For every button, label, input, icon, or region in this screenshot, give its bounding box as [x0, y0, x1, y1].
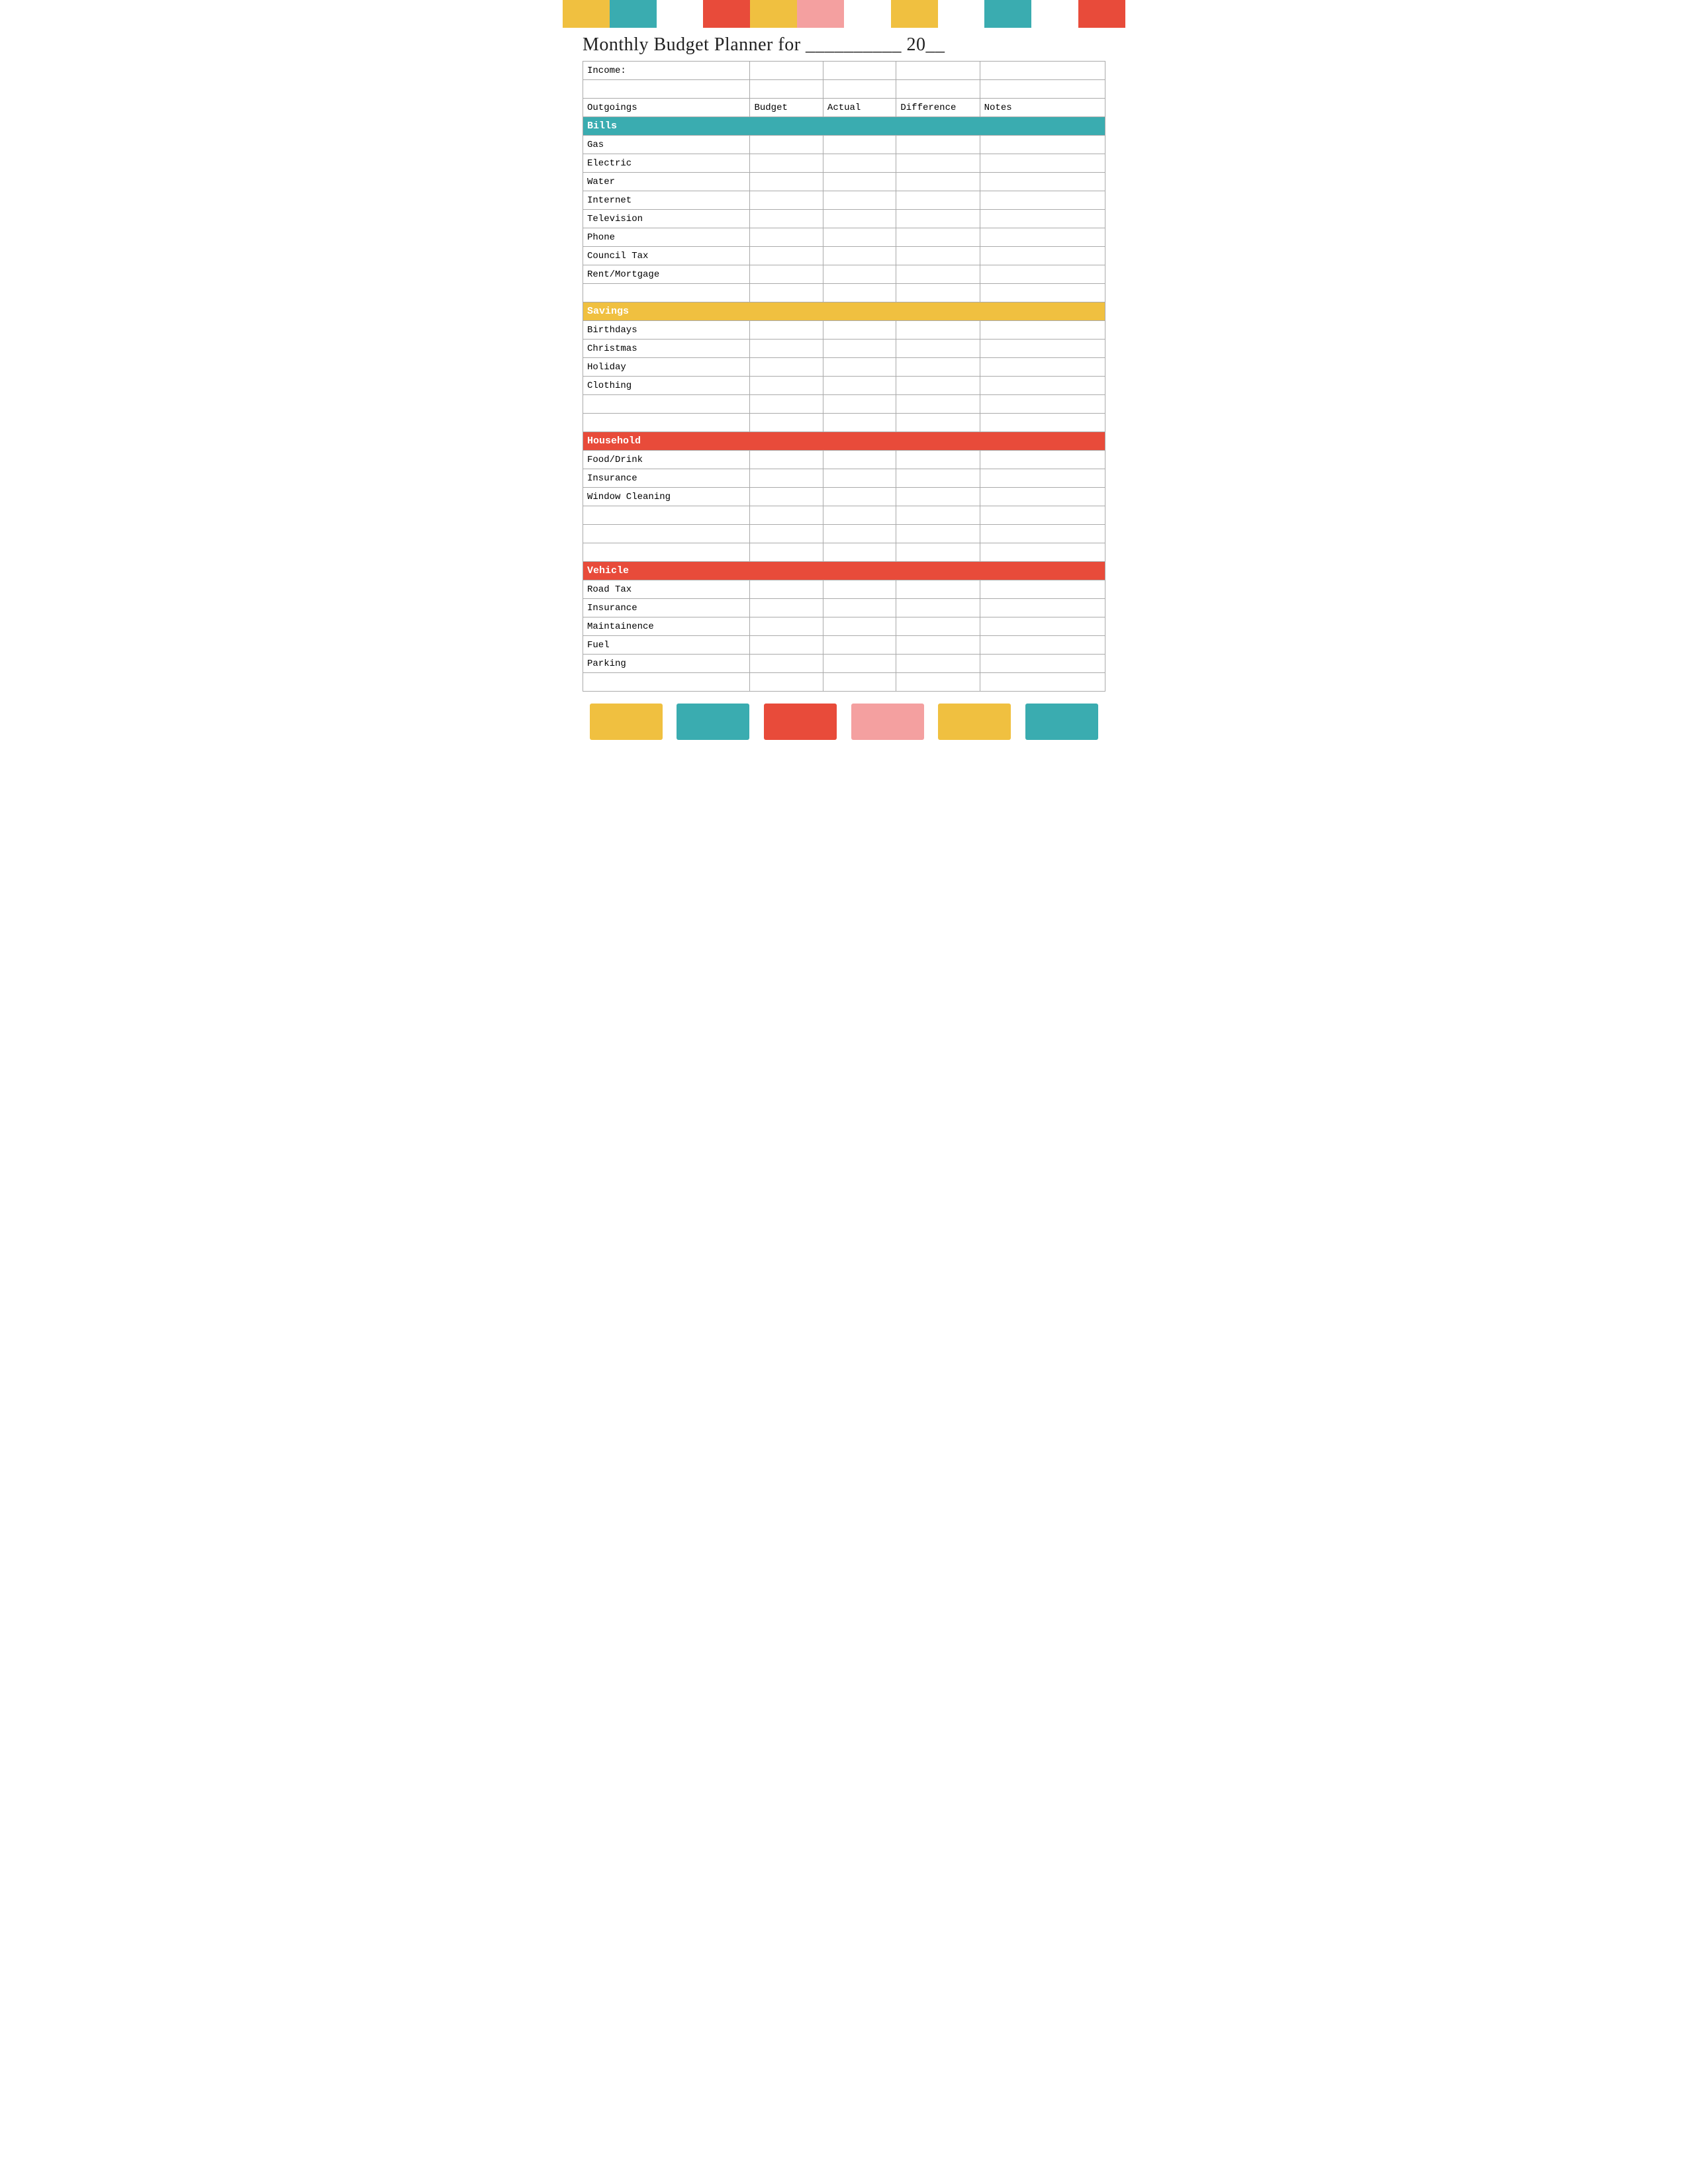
table-row: Holiday [583, 358, 1105, 377]
col-notes: Notes [980, 99, 1105, 117]
bottom-block-yellow2 [938, 704, 1011, 740]
bar-gap-2 [844, 0, 891, 28]
table-row: Rent/Mortgage [583, 265, 1105, 284]
row-birthdays: Birthdays [583, 321, 750, 340]
page: Monthly Budget Planner for __________ 20… [563, 0, 1125, 745]
empty-row-savings-2 [583, 414, 1105, 432]
bar-yellow-1 [563, 0, 610, 28]
row-maintainence: Maintainence [583, 617, 750, 636]
bar-red-2 [1078, 0, 1125, 28]
col-budget: Budget [750, 99, 823, 117]
col-actual: Actual [823, 99, 896, 117]
row-holiday: Holiday [583, 358, 750, 377]
top-color-bar [563, 0, 1125, 28]
table-row: Phone [583, 228, 1105, 247]
bar-pink-1 [797, 0, 844, 28]
bar-yellow-3 [891, 0, 938, 28]
row-parking: Parking [583, 655, 750, 673]
empty-row-hh-2 [583, 525, 1105, 543]
row-food-drink: Food/Drink [583, 451, 750, 469]
bottom-block-teal [677, 704, 749, 740]
row-internet: Internet [583, 191, 750, 210]
empty-row-bills [583, 284, 1105, 302]
row-christmas: Christmas [583, 340, 750, 358]
bar-gap-4 [1031, 0, 1078, 28]
bar-teal-2 [984, 0, 1031, 28]
category-bills: Bills [583, 117, 1105, 136]
table-row: Council Tax [583, 247, 1105, 265]
income-budget [750, 62, 823, 80]
col-difference: Difference [896, 99, 980, 117]
table-row: Internet [583, 191, 1105, 210]
bottom-block-pink [851, 704, 924, 740]
table-row: Birthdays [583, 321, 1105, 340]
title-area: Monthly Budget Planner for __________ 20… [563, 28, 1125, 61]
savings-label: Savings [583, 302, 1105, 321]
table-row: Window Cleaning [583, 488, 1105, 506]
row-insurance-hh: Insurance [583, 469, 750, 488]
row-gas: Gas [583, 136, 750, 154]
bottom-block-yellow [590, 704, 663, 740]
vehicle-label: Vehicle [583, 562, 1105, 580]
column-header-row: Outgoings Budget Actual Difference Notes [583, 99, 1105, 117]
budget-table: Income: Outgoings Budget Actual Differen… [583, 61, 1105, 692]
bottom-color-bar [563, 698, 1125, 745]
table-row: Road Tax [583, 580, 1105, 599]
income-actual [823, 62, 896, 80]
row-window-cleaning: Window Cleaning [583, 488, 750, 506]
row-phone: Phone [583, 228, 750, 247]
row-television: Television [583, 210, 750, 228]
table-row: Maintainence [583, 617, 1105, 636]
table-row: Food/Drink [583, 451, 1105, 469]
bar-gap-3 [938, 0, 985, 28]
income-label: Income: [583, 62, 750, 80]
row-road-tax: Road Tax [583, 580, 750, 599]
bar-gap-1 [657, 0, 704, 28]
household-label: Household [583, 432, 1105, 451]
bottom-block-teal2 [1025, 704, 1098, 740]
page-title: Monthly Budget Planner for __________ 20… [583, 34, 945, 55]
table-row: Television [583, 210, 1105, 228]
category-household: Household [583, 432, 1105, 451]
row-clothing: Clothing [583, 377, 750, 395]
empty-row-hh-3 [583, 543, 1105, 562]
bar-yellow-2 [750, 0, 797, 28]
row-fuel: Fuel [583, 636, 750, 655]
empty-row-1 [583, 80, 1105, 99]
empty-row-savings-1 [583, 395, 1105, 414]
bar-red-1 [703, 0, 750, 28]
table-row: Insurance [583, 599, 1105, 617]
table-row: Clothing [583, 377, 1105, 395]
table-row: Electric [583, 154, 1105, 173]
income-row: Income: [583, 62, 1105, 80]
row-rent: Rent/Mortgage [583, 265, 750, 284]
empty-row-v-1 [583, 673, 1105, 692]
row-water: Water [583, 173, 750, 191]
row-council-tax: Council Tax [583, 247, 750, 265]
table-row: Parking [583, 655, 1105, 673]
table-row: Water [583, 173, 1105, 191]
table-container: Income: Outgoings Budget Actual Differen… [563, 61, 1125, 698]
bar-teal-1 [610, 0, 657, 28]
category-vehicle: Vehicle [583, 562, 1105, 580]
row-electric: Electric [583, 154, 750, 173]
category-savings: Savings [583, 302, 1105, 321]
row-insurance-v: Insurance [583, 599, 750, 617]
income-notes [980, 62, 1105, 80]
bills-label: Bills [583, 117, 1105, 136]
table-row: Insurance [583, 469, 1105, 488]
col-outgoings: Outgoings [583, 99, 750, 117]
table-row: Fuel [583, 636, 1105, 655]
table-row: Gas [583, 136, 1105, 154]
table-row: Christmas [583, 340, 1105, 358]
empty-row-hh-1 [583, 506, 1105, 525]
bottom-block-red [764, 704, 837, 740]
income-diff [896, 62, 980, 80]
